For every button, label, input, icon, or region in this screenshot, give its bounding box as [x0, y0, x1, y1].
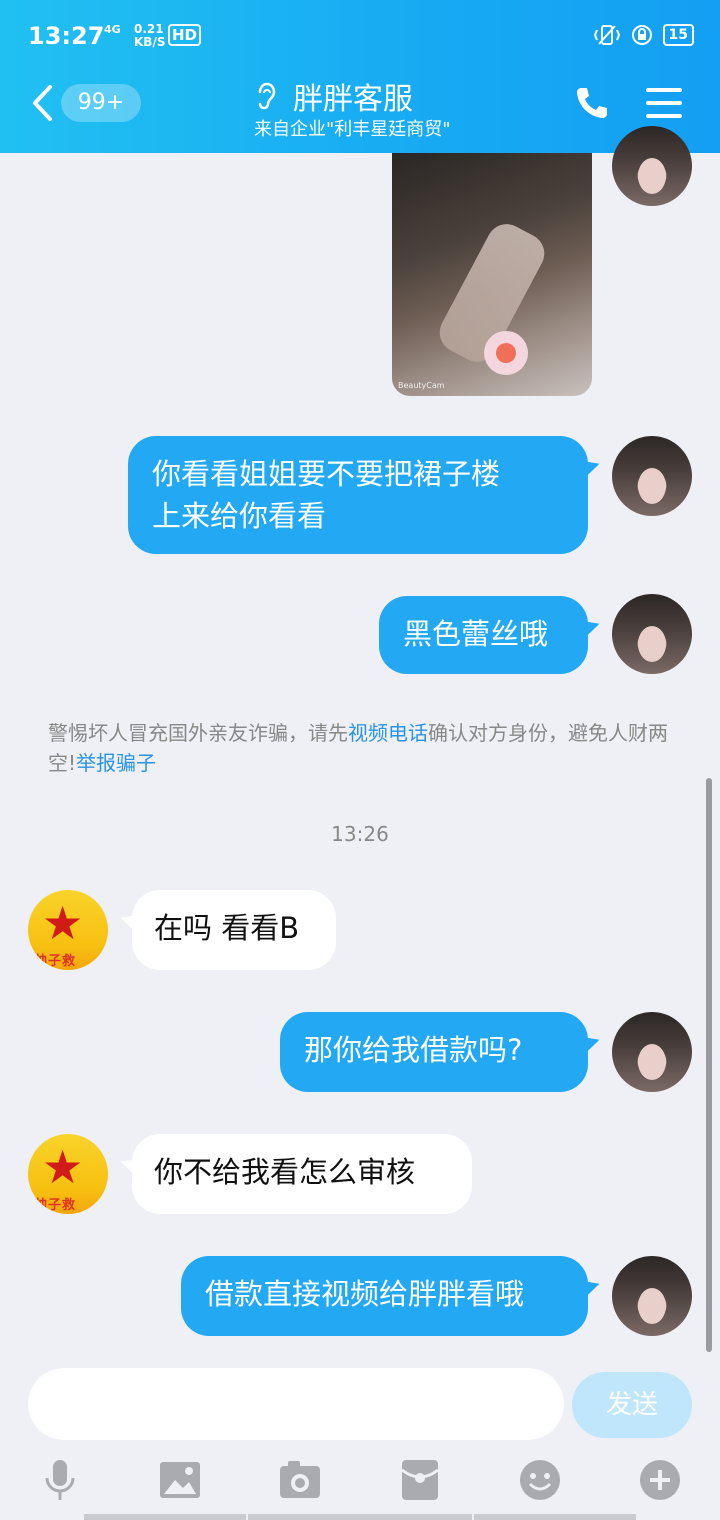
time-divider: 13:26: [331, 822, 389, 846]
plus-icon[interactable]: [638, 1458, 682, 1502]
message-bubble-outgoing[interactable]: 黑色蕾丝哦: [379, 596, 588, 674]
message-text: 你不给我看怎么审核: [154, 1155, 416, 1189]
ear-icon: [258, 82, 276, 110]
nav-indicator: [84, 1514, 246, 1520]
battery-indicator: 15: [662, 24, 694, 46]
candy-sticker-icon: [484, 331, 528, 375]
avatar-contact[interactable]: ★ 帅子救: [28, 1134, 108, 1214]
avatar-self[interactable]: [612, 1256, 692, 1336]
video-call-link[interactable]: 视频电话: [348, 721, 428, 745]
hd-badge: HD: [168, 24, 202, 46]
photo-message[interactable]: BeautyCam: [392, 153, 592, 396]
message-bubble-incoming[interactable]: 你不给我看怎么审核: [132, 1134, 472, 1214]
network-speed-unit: KB/S: [134, 35, 166, 49]
phone-icon[interactable]: [574, 85, 610, 121]
avatar-self[interactable]: [612, 436, 692, 516]
avatar-self[interactable]: [612, 1012, 692, 1092]
message-bubble-outgoing[interactable]: 那你给我借款吗?: [280, 1012, 588, 1092]
status-time: 13:27: [28, 22, 105, 50]
send-button[interactable]: 发送: [572, 1372, 692, 1438]
message-bubble-incoming[interactable]: 在吗 看看B: [132, 890, 336, 970]
camera-icon[interactable]: [278, 1458, 322, 1502]
chat-title: 胖胖客服: [293, 82, 413, 117]
emoji-icon[interactable]: [518, 1458, 562, 1502]
image-icon[interactable]: [158, 1458, 202, 1502]
message-text: 在吗 看看B: [154, 911, 300, 945]
star-icon: ★: [42, 1140, 84, 1194]
unread-count-badge[interactable]: 99+: [61, 84, 141, 122]
menu-icon[interactable]: [646, 88, 682, 118]
message-text: 借款直接视频给胖胖看哦: [205, 1277, 525, 1311]
photo-watermark: BeautyCam: [398, 381, 445, 390]
warning-text: 警惕坏人冒充国外亲友诈骗，请先: [48, 721, 348, 745]
avatar-self[interactable]: [612, 594, 692, 674]
message-text-line: 你看看姐姐要不要把裙子楼: [152, 457, 501, 491]
red-packet-icon[interactable]: [398, 1458, 442, 1502]
avatar-self[interactable]: [612, 126, 692, 206]
fraud-warning: 警惕坏人冒充国外亲友诈骗，请先视频电话确认对方身份，避免人财两空!举报骗子: [48, 718, 678, 778]
report-scammer-link[interactable]: 举报骗子: [76, 751, 156, 775]
message-text: 黑色蕾丝哦: [403, 617, 549, 651]
back-button[interactable]: [30, 84, 54, 122]
chat-subtitle: 来自企业"利丰星廷商贸": [254, 119, 451, 140]
system-icons: 15: [593, 24, 694, 46]
microphone-icon[interactable]: [38, 1458, 82, 1502]
chat-header: 13:27 4G 0.21 KB/S HD 15 99+ 胖胖客服 来自企业"利…: [0, 0, 720, 153]
message-text-line: 上来给你看看: [152, 499, 327, 533]
scrollbar[interactable]: [706, 778, 712, 1352]
network-type: 4G: [104, 23, 121, 36]
star-icon: ★: [42, 896, 84, 950]
lock-rotation-icon: [631, 25, 652, 45]
avatar-seal-text: 帅子救: [34, 954, 77, 969]
message-input[interactable]: [28, 1368, 564, 1440]
network-speed: 0.21 KB/S: [134, 23, 165, 49]
message-text: 那你给我借款吗?: [304, 1033, 523, 1067]
nav-indicator: [474, 1514, 636, 1520]
message-bubble-outgoing[interactable]: 你看看姐姐要不要把裙子楼 上来给你看看: [128, 436, 588, 554]
avatar-contact[interactable]: ★ 帅子救: [28, 890, 108, 970]
vibrate-icon: [593, 25, 620, 45]
status-bar: 13:27 4G 0.21 KB/S HD 15: [0, 0, 720, 72]
nav-indicator: [248, 1514, 472, 1520]
avatar-seal-text: 帅子救: [34, 1198, 77, 1213]
message-bubble-outgoing[interactable]: 借款直接视频给胖胖看哦: [181, 1256, 588, 1336]
network-speed-value: 0.21: [134, 22, 164, 36]
